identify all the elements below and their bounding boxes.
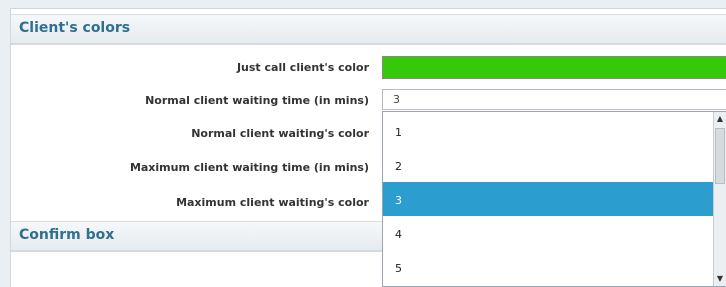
settings-panel: Client's colors Just call client's color… [10,8,726,287]
max-wait-time-label: Maximum client waiting time (in mins) [129,161,369,174]
dropdown-option[interactable]: 4 [383,216,713,250]
dropdown-option[interactable]: 1 [383,114,713,148]
section-title: Confirm box [19,227,115,243]
dropdown-scrollbar[interactable]: ▲ ▼ [713,112,726,286]
section-title: Client's colors [19,20,131,36]
dropdown-option-selected[interactable]: 3 [383,182,713,216]
scroll-down-icon[interactable]: ▼ [714,272,726,286]
dropdown-option[interactable]: 2 [383,148,713,182]
section-header-clients-colors: Client's colors [11,14,726,45]
normal-wait-color-label: Normal client waiting's color [191,127,369,140]
normal-wait-time-label: Normal client waiting time (in mins) [145,94,369,107]
wait-time-dropdown-list[interactable]: 1 2 3 4 5 ▲ ▼ [382,111,726,287]
just-call-color-swatch[interactable] [382,56,726,79]
max-wait-color-label: Maximum client waiting's color [176,196,369,209]
normal-wait-time-select[interactable]: 3 [382,89,726,110]
dropdown-option[interactable]: 5 [383,250,713,284]
just-call-color-label: Just call client's color [236,61,369,74]
scroll-up-icon[interactable]: ▲ [714,112,726,126]
scroll-thumb[interactable] [715,128,725,184]
